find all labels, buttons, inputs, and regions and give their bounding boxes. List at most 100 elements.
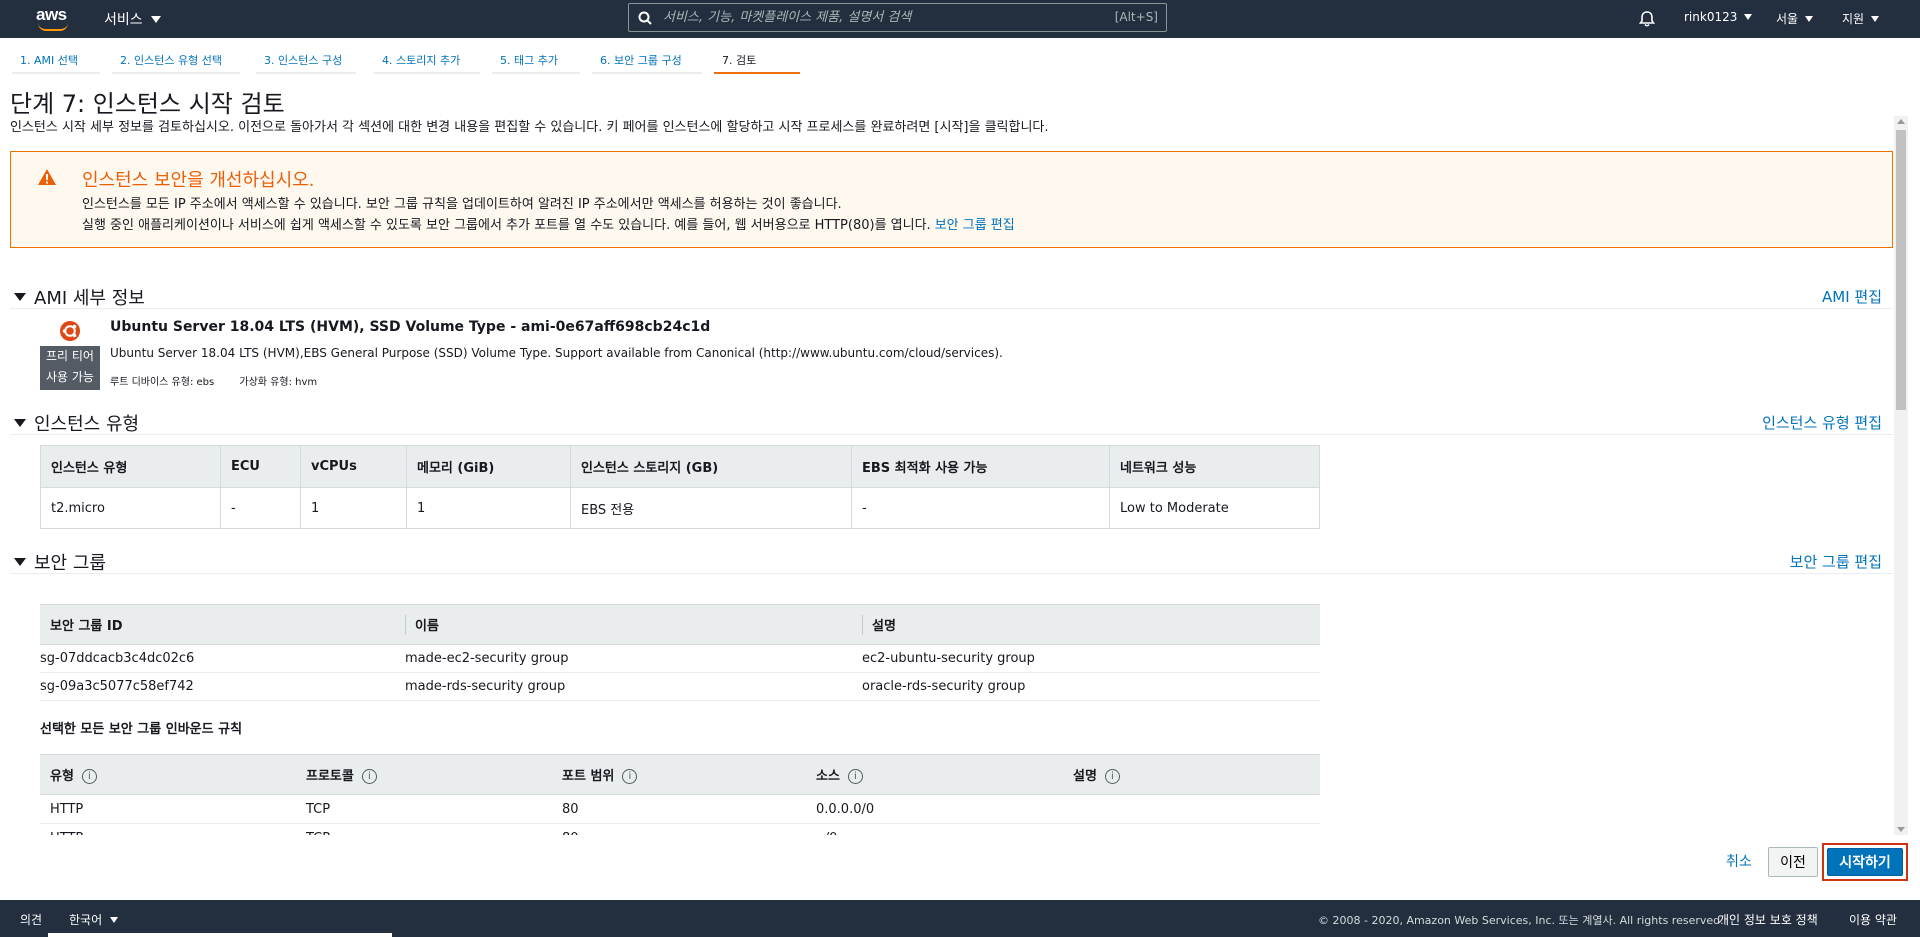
tab-step-6[interactable]: 6. 보안 그룹 구성 [592,52,702,74]
table-cell [1063,823,1320,835]
caret-down-icon [14,293,26,301]
region-menu[interactable]: 서울 [1776,10,1814,27]
alert-title: 인스턴스 보안을 개선하십시오. [82,170,315,191]
page-title: 단계 7: 인스턴스 시작 검토 [10,90,285,118]
ami-meta: 루트 디바이스 유형: ebs 가상화 유형: hvm [110,373,339,388]
instance-type-section-header[interactable]: 인스턴스 유형 [14,410,139,436]
table-row: HTTP TCP 80 ::/0 [40,823,1320,835]
bell-icon[interactable] [1637,9,1657,29]
info-icon[interactable]: i [361,769,377,784]
caret-down-icon [14,419,26,427]
edit-security-groups-link[interactable]: 보안 그룹 편집 [1740,551,1882,572]
tab-step-5[interactable]: 5. 태그 추가 [492,52,580,74]
table-cell: ec2-ubuntu-security group [862,644,1320,673]
column-header: 설명 i [1063,754,1320,795]
security-warning-alert: 인스턴스 보안을 개선하십시오. 인스턴스를 모든 IP 주소에서 액세스할 수… [10,151,1893,248]
ami-section-header[interactable]: AMI 세부 정보 [14,284,145,310]
table-cell: sg-07ddcacb3c4dc02c6 [40,644,405,673]
top-navigation-bar: aws 서비스 [Alt+S] rink0123 서울 지원 [0,0,1920,38]
column-header: 설명 [862,604,1320,645]
column-header-label: 소스 [816,769,840,784]
scrollbar-thumb[interactable] [1896,130,1906,410]
page-subtitle: 인스턴스 시작 세부 정보를 검토하십시오. 이전으로 돌아가서 각 섹션에 대… [10,120,1049,135]
table-cell: ::/0 [806,823,1063,835]
root-device-type: 루트 디바이스 유형: ebs [110,377,215,388]
column-header: EBS 최적화 사용 가능 [851,445,1110,488]
region-name: 서울 [1776,12,1799,26]
table-row[interactable]: sg-07ddcacb3c4dc02c6 made-ec2-security g… [40,644,1320,673]
tab-step-7[interactable]: 7. 검토 [714,52,800,74]
chevron-down-icon [1744,14,1753,20]
scroll-up-icon[interactable] [1897,119,1905,124]
table-cell: - [220,487,301,529]
inbound-rules-label: 선택한 모든 보안 그룹 인바운드 규칙 [40,722,243,737]
terms-of-use-link[interactable]: 이용 약관 [1849,911,1897,928]
table-row: HTTP TCP 80 0.0.0.0/0 [40,794,1320,824]
launch-button[interactable]: 시작하기 [1827,848,1903,876]
services-label: 서비스 [104,12,143,28]
table-row: t2.micro - 1 1 EBS 전용 - Low to Moderate [40,487,1320,529]
table-header-row: 보안 그룹 ID 이름 설명 [40,604,1320,645]
column-header: 보안 그룹 ID [40,604,405,645]
info-icon[interactable]: i [622,769,638,784]
security-group-section-header[interactable]: 보안 그룹 [14,549,106,575]
alert-line-1: 인스턴스를 모든 IP 주소에서 액세스할 수 있습니다. 보안 그룹 규칙을 … [82,197,842,212]
table-cell: - [851,487,1110,529]
ami-section-title: AMI 세부 정보 [34,288,145,309]
column-header-label: 유형 [50,769,74,784]
table-row[interactable]: sg-09a3c5077c58ef742 made-rds-security g… [40,672,1320,701]
search-input[interactable] [663,7,1083,28]
table-cell: Low to Moderate [1109,487,1320,529]
info-icon[interactable]: i [847,769,863,784]
inbound-rules-viewport: 유형 i 프로토콜 i 포트 범위 i 소스 i 설명 i HTTP TCP 80 0.0… [0,754,1894,835]
feedback-link[interactable]: 의견 [20,911,42,928]
footer-accent-bar [48,933,392,937]
free-tier-badge: 프리 티어 사용 가능 [40,346,100,390]
cancel-button[interactable]: 취소 [1726,851,1752,871]
table-cell: t2.micro [40,487,221,529]
search-box[interactable]: [Alt+S] [628,3,1167,32]
language-selector[interactable]: 한국어 [69,911,119,928]
edit-instance-type-link[interactable]: 인스턴스 유형 편집 [1720,412,1882,433]
info-icon[interactable]: i [1104,769,1120,784]
alert-line-2: 실행 중인 애플리케이션이나 서비스에 쉽게 액세스할 수 있도록 보안 그룹에… [82,214,1015,233]
column-header-label: 이름 [415,619,439,634]
tab-step-2[interactable]: 2. 인스턴스 유형 선택 [112,52,240,74]
table-cell: TCP [296,794,552,824]
scroll-down-icon[interactable] [1897,827,1905,832]
aws-logo[interactable]: aws [36,5,72,31]
tab-step-4[interactable]: 4. 스토리지 추가 [374,52,480,74]
column-header-label: 프로토콜 [306,769,354,784]
column-header: 네트워크 성능 [1109,445,1320,488]
tab-step-1[interactable]: 1. AMI 선택 [12,52,100,74]
ubuntu-logo-icon [60,321,80,341]
column-header-label: 포트 범위 [562,769,615,784]
column-header: 이름 [405,604,862,645]
account-menu[interactable]: rink0123 [1684,10,1753,24]
edit-ami-link[interactable]: AMI 편집 [1800,286,1882,307]
column-header: 인스턴스 유형 [40,445,221,488]
tab-step-3[interactable]: 3. 인스턴스 구성 [256,52,356,74]
table-cell: EBS 전용 [570,487,852,529]
previous-button[interactable]: 이전 [1768,847,1818,877]
column-header: ECU [220,445,301,488]
account-name: rink0123 [1684,10,1738,24]
services-menu[interactable]: 서비스 [104,9,161,29]
info-icon[interactable]: i [81,769,97,784]
vertical-scrollbar[interactable] [1894,116,1908,835]
wizard-action-bar: 취소 이전 시작하기 [0,835,1920,900]
support-menu[interactable]: 지원 [1842,10,1880,27]
table-cell: 0.0.0.0/0 [806,794,1063,824]
table-cell: 80 [552,794,806,824]
column-header: vCPUs [300,445,407,488]
column-header: 메모리 (GiB) [406,445,571,488]
column-header: 인스턴스 스토리지 (GB) [570,445,852,488]
security-groups-table: 보안 그룹 ID 이름 설명 sg-07ddcacb3c4dc02c6 made… [40,604,1320,701]
ami-name: Ubuntu Server 18.04 LTS (HVM), SSD Volum… [110,319,711,335]
edit-security-group-link[interactable]: 보안 그룹 편집 [935,218,1015,233]
table-cell: sg-09a3c5077c58ef742 [40,672,405,701]
inbound-rules-table: 유형 i 프로토콜 i 포트 범위 i 소스 i 설명 i HTTP TCP 80 0.0… [40,754,1320,835]
table-cell: made-rds-security group [405,672,862,701]
privacy-policy-link[interactable]: 개인 정보 보호 정책 [1718,911,1818,928]
column-header: 소스 i [806,754,1063,795]
